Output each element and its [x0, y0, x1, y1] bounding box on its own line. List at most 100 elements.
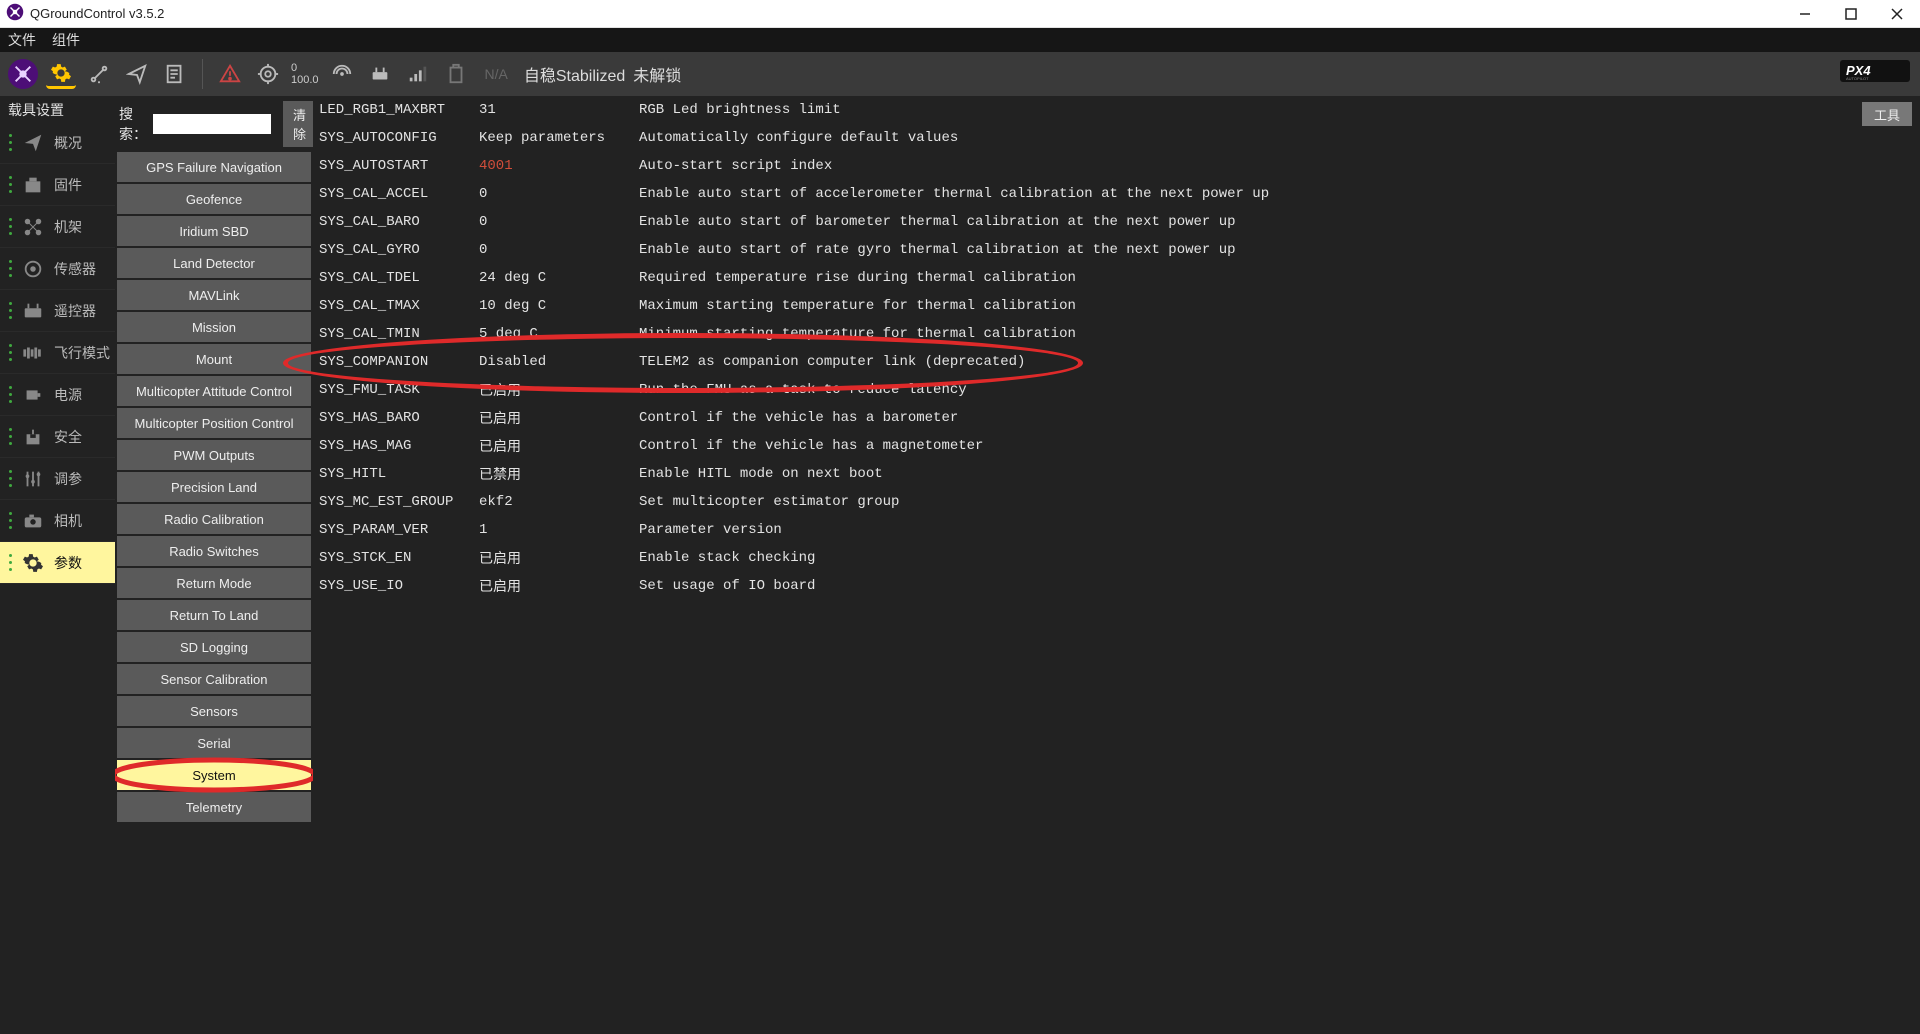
category-item[interactable]: Radio Calibration	[117, 504, 311, 534]
category-item[interactable]: Mount	[117, 344, 311, 374]
param-row[interactable]: LED_RGB1_MAXBRT31RGB Led brightness limi…	[313, 96, 1920, 124]
menu-component[interactable]: 组件	[52, 30, 80, 50]
param-value: Disabled	[479, 354, 639, 370]
param-name: SYS_AUTOSTART	[319, 158, 479, 174]
toolbar-fly-button[interactable]	[122, 59, 152, 89]
sidebar-icon	[20, 172, 46, 198]
category-item[interactable]: Sensor Calibration	[117, 664, 311, 694]
window-maximize-button[interactable]	[1828, 0, 1874, 28]
brand-logo: PX4AUTOPILOT	[1840, 60, 1910, 85]
toolbar-hdop: 100.0	[291, 74, 319, 86]
param-row[interactable]: SYS_HITL已禁用Enable HITL mode on next boot	[313, 460, 1920, 488]
param-row[interactable]: SYS_CAL_TMIN5 deg CMinimum starting temp…	[313, 320, 1920, 348]
sidebar-item-3[interactable]: 传感器	[0, 248, 115, 290]
category-item[interactable]: Mission	[117, 312, 311, 342]
category-item[interactable]: Land Detector	[117, 248, 311, 278]
status-dots	[8, 122, 12, 164]
sidebar-item-2[interactable]: 机架	[0, 206, 115, 248]
sidebar-item-4[interactable]: 遥控器	[0, 290, 115, 332]
param-value: 0	[479, 214, 639, 230]
toolbar-setup-button[interactable]	[46, 59, 76, 89]
param-row[interactable]: SYS_AUTOCONFIGKeep parametersAutomatical…	[313, 124, 1920, 152]
toolbar-messages-icon[interactable]	[215, 59, 245, 89]
param-name: LED_RGB1_MAXBRT	[319, 102, 479, 118]
toolbar-gps-count: 0 100.0	[291, 62, 319, 86]
category-item[interactable]: MAVLink	[117, 280, 311, 310]
sidebar-icon	[20, 256, 46, 282]
toolbar-signal-icon[interactable]	[403, 59, 433, 89]
sidebar-item-1[interactable]: 固件	[0, 164, 115, 206]
sidebar-item-7[interactable]: 安全	[0, 416, 115, 458]
sidebar-item-5[interactable]: 飞行模式	[0, 332, 115, 374]
param-name: SYS_CAL_BARO	[319, 214, 479, 230]
param-desc: Set multicopter estimator group	[639, 494, 1920, 510]
param-row[interactable]: SYS_MC_EST_GROUPekf2Set multicopter esti…	[313, 488, 1920, 516]
param-row[interactable]: SYS_HAS_MAG已启用Control if the vehicle has…	[313, 432, 1920, 460]
toolbar-battery-icon[interactable]	[441, 59, 471, 89]
param-name: SYS_STCK_EN	[319, 550, 479, 566]
param-name: SYS_AUTOCONFIG	[319, 130, 479, 146]
param-value: 1	[479, 522, 639, 538]
category-item[interactable]: Sensors	[117, 696, 311, 726]
search-input[interactable]	[153, 114, 271, 134]
annotation-ellipse-icon	[115, 757, 313, 793]
search-clear-button[interactable]: 清除	[283, 101, 316, 147]
param-value: 已启用	[479, 408, 639, 428]
sidebar-item-label: 遥控器	[54, 301, 96, 321]
sidebar-item-10[interactable]: 参数	[0, 542, 115, 584]
toolbar-analyze-button[interactable]	[160, 59, 190, 89]
param-row[interactable]: SYS_CAL_TMAX10 deg CMaximum starting tem…	[313, 292, 1920, 320]
window-minimize-button[interactable]	[1782, 0, 1828, 28]
param-row[interactable]: SYS_CAL_TDEL24 deg CRequired temperature…	[313, 264, 1920, 292]
toolbar-flight-mode[interactable]: 自稳Stabilized	[524, 62, 625, 86]
param-desc: RGB Led brightness limit	[639, 102, 1920, 118]
category-item[interactable]: GPS Failure Navigation	[117, 152, 311, 182]
param-row[interactable]: SYS_CAL_ACCEL0Enable auto start of accel…	[313, 180, 1920, 208]
param-row[interactable]: SYS_CAL_GYRO0Enable auto start of rate g…	[313, 236, 1920, 264]
category-item[interactable]: Iridium SBD	[117, 216, 311, 246]
status-dots	[8, 542, 12, 584]
category-item[interactable]: System	[117, 760, 311, 790]
category-item[interactable]: PWM Outputs	[117, 440, 311, 470]
category-item[interactable]: Telemetry	[117, 792, 311, 822]
category-item[interactable]: Geofence	[117, 184, 311, 214]
toolbar-plan-button[interactable]	[84, 59, 114, 89]
toolbar-sat-count: 0	[291, 62, 297, 74]
param-row[interactable]: SYS_CAL_BARO0Enable auto start of barome…	[313, 208, 1920, 236]
sidebar-item-0[interactable]: 概况	[0, 122, 115, 164]
param-name: SYS_CAL_ACCEL	[319, 186, 479, 202]
toolbar-app-button[interactable]	[8, 59, 38, 89]
toolbar-telemetry-icon[interactable]	[327, 59, 357, 89]
sidebar-item-6[interactable]: 电源	[0, 374, 115, 416]
menu-file[interactable]: 文件	[8, 30, 36, 50]
toolbar-gps-icon[interactable]	[253, 59, 283, 89]
param-desc: Enable auto start of rate gyro thermal c…	[639, 242, 1920, 258]
category-item[interactable]: Multicopter Attitude Control	[117, 376, 311, 406]
param-row[interactable]: SYS_USE_IO已启用Set usage of IO board	[313, 572, 1920, 600]
toolbar-rc-icon[interactable]	[365, 59, 395, 89]
status-dots	[8, 164, 12, 206]
window-titlebar: QGroundControl v3.5.2	[0, 0, 1920, 28]
sidebar-item-label: 电源	[54, 385, 82, 405]
param-row[interactable]: SYS_HAS_BARO已启用Control if the vehicle ha…	[313, 404, 1920, 432]
param-row[interactable]: SYS_PARAM_VER1Parameter version	[313, 516, 1920, 544]
window-close-button[interactable]	[1874, 0, 1920, 28]
sidebar-item-8[interactable]: 调参	[0, 458, 115, 500]
param-row[interactable]: SYS_STCK_EN已启用Enable stack checking	[313, 544, 1920, 572]
param-row[interactable]: SYS_FMU_TASK已启用Run the FMU as a task to …	[313, 376, 1920, 404]
category-item[interactable]: SD Logging	[117, 632, 311, 662]
category-item[interactable]: Precision Land	[117, 472, 311, 502]
param-name: SYS_FMU_TASK	[319, 382, 479, 398]
sidebar-item-9[interactable]: 相机	[0, 500, 115, 542]
status-dots	[8, 248, 12, 290]
category-item[interactable]: Multicopter Position Control	[117, 408, 311, 438]
tools-button[interactable]: 工具	[1862, 102, 1912, 126]
category-item[interactable]: Serial	[117, 728, 311, 758]
toolbar-armed-state[interactable]: 未解锁	[633, 62, 681, 86]
category-item[interactable]: Radio Switches	[117, 536, 311, 566]
sidebar-item-label: 机架	[54, 217, 82, 237]
category-item[interactable]: Return To Land	[117, 600, 311, 630]
param-row[interactable]: SYS_COMPANIONDisabledTELEM2 as companion…	[313, 348, 1920, 376]
category-item[interactable]: Return Mode	[117, 568, 311, 598]
param-row[interactable]: SYS_AUTOSTART4001Auto-start script index	[313, 152, 1920, 180]
